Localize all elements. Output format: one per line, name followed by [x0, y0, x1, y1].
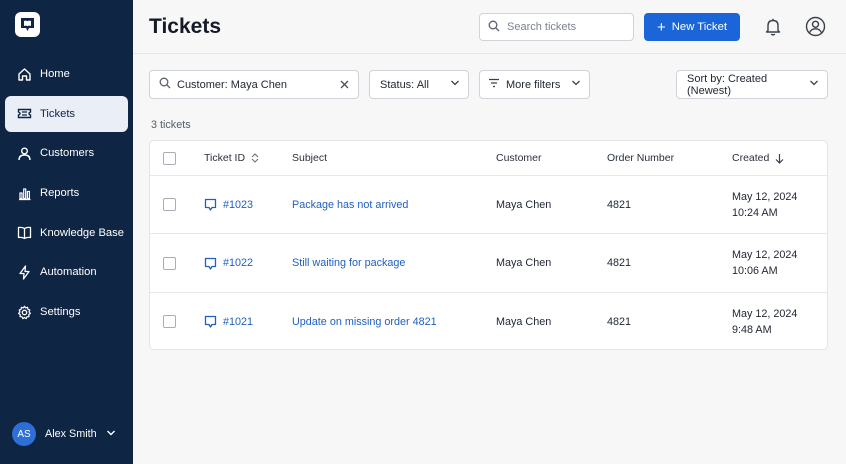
sidebar-item-knowledge-base[interactable]: Knowledge Base [5, 215, 128, 251]
sidebar-item-label: Home [40, 68, 70, 80]
customer-cell: Maya Chen [496, 315, 552, 328]
search-icon [159, 77, 171, 92]
sidebar-item-label: Settings [40, 306, 81, 319]
ticket-count: 3 tickets [151, 119, 191, 131]
chevron-down-icon [450, 78, 460, 91]
bar-chart-icon [16, 185, 32, 201]
ticket-type-icon [204, 198, 217, 211]
search-input[interactable] [507, 21, 622, 33]
ticket-subject-link[interactable]: Package has not arrived [292, 199, 408, 211]
avatar: AS [12, 422, 36, 446]
user-name: Alex Smith [45, 428, 97, 440]
more-filters-button[interactable]: More filters [479, 70, 590, 99]
page-title: Tickets [149, 15, 221, 38]
sidebar-item-automation[interactable]: Automation [5, 254, 128, 290]
gear-icon [16, 304, 32, 320]
ticket-type-icon [204, 315, 217, 328]
sidebar: Home Tickets Customers Reports Knowledge… [0, 0, 133, 464]
created-cell: May 12, 2024 10:06 AM [732, 249, 798, 277]
column-header-order-number[interactable]: Order Number [607, 141, 674, 175]
created-cell: May 12, 2024 9:48 AM [732, 307, 798, 336]
table-row[interactable]: #1022 Still waiting for package Maya Che… [150, 234, 827, 293]
chevron-down-icon [571, 78, 581, 91]
sort-toggle-icon [251, 153, 259, 163]
home-icon [16, 66, 32, 82]
order-number-cell: 4821 [607, 257, 632, 269]
bolt-icon [16, 264, 32, 280]
close-icon[interactable] [340, 77, 349, 92]
tickets-table: Ticket ID Subject Customer Order Number … [149, 140, 828, 350]
app-logo[interactable] [15, 12, 40, 37]
ticket-type-icon [204, 257, 217, 270]
sidebar-item-reports[interactable]: Reports [5, 175, 128, 211]
column-header-subject[interactable]: Subject [292, 141, 327, 175]
ticket-subject-link[interactable]: Update on missing order 4821 [292, 316, 437, 328]
bell-icon[interactable] [764, 17, 782, 40]
column-header-ticket-id[interactable]: Ticket ID [204, 141, 259, 175]
customer-cell: Maya Chen [496, 198, 552, 211]
row-checkbox[interactable] [163, 256, 176, 270]
sidebar-item-label: Reports [40, 187, 80, 200]
filter-icon [488, 77, 500, 92]
new-ticket-label: New Ticket [671, 21, 727, 33]
ticket-icon [16, 106, 32, 122]
more-filters-label: More filters [506, 78, 561, 91]
book-icon [16, 225, 32, 241]
sidebar-item-tickets[interactable]: Tickets [5, 95, 128, 132]
row-checkbox[interactable] [163, 198, 176, 211]
logo-icon [21, 18, 34, 31]
select-all-checkbox[interactable] [163, 151, 176, 165]
customer-filter-value: Customer: Maya Chen [177, 78, 288, 91]
chevron-down-icon [809, 78, 819, 91]
chevron-down-icon [106, 427, 116, 441]
table-row[interactable]: #1023 Package has not arrived Maya Chen … [150, 176, 827, 234]
status-filter-value: Status: All [380, 78, 429, 91]
row-checkbox[interactable] [163, 315, 176, 328]
user-icon [16, 145, 32, 161]
sidebar-item-home[interactable]: Home [5, 56, 128, 92]
column-header-customer[interactable]: Customer [496, 141, 542, 175]
column-header-created[interactable]: Created [732, 141, 784, 175]
sidebar-item-label: Tickets [40, 107, 76, 120]
header: Tickets + New Ticket [133, 0, 846, 54]
table-header-row: Ticket ID Subject Customer Order Number … [150, 141, 827, 176]
user-menu[interactable]: AS Alex Smith [12, 422, 116, 446]
arrow-down-icon [775, 153, 784, 164]
order-number-cell: 4821 [607, 315, 632, 328]
ticket-id-link[interactable]: #1021 [223, 316, 253, 328]
search-icon [488, 20, 500, 35]
ticket-id-link[interactable]: #1022 [223, 257, 253, 269]
sidebar-item-settings[interactable]: Settings [5, 294, 128, 330]
sidebar-item-customers[interactable]: Customers [5, 135, 128, 171]
customer-filter[interactable]: Customer: Maya Chen [149, 70, 359, 99]
ticket-id-link[interactable]: #1023 [223, 199, 253, 211]
order-number-cell: 4821 [607, 198, 632, 211]
sidebar-nav: Home Tickets Customers Reports Knowledge… [5, 56, 128, 334]
account-icon[interactable] [805, 16, 826, 40]
status-filter[interactable]: Status: All [369, 70, 469, 99]
sort-dropdown[interactable]: Sort by: Created (Newest) [676, 70, 828, 99]
sidebar-item-label: Automation [40, 266, 97, 279]
new-ticket-button[interactable]: + New Ticket [644, 13, 740, 41]
created-cell: May 12, 2024 10:24 AM [732, 190, 798, 219]
sidebar-item-label: Knowledge Base [40, 226, 124, 239]
plus-icon: + [656, 18, 666, 36]
table-row[interactable]: #1021 Update on missing order 4821 Maya … [150, 293, 827, 349]
sidebar-item-label: Customers [40, 147, 95, 160]
customer-cell: Maya Chen [496, 257, 552, 269]
search-box[interactable] [479, 13, 634, 41]
sort-value: Sort by: Created (Newest) [687, 72, 768, 97]
ticket-subject-link[interactable]: Still waiting for package [292, 257, 405, 269]
